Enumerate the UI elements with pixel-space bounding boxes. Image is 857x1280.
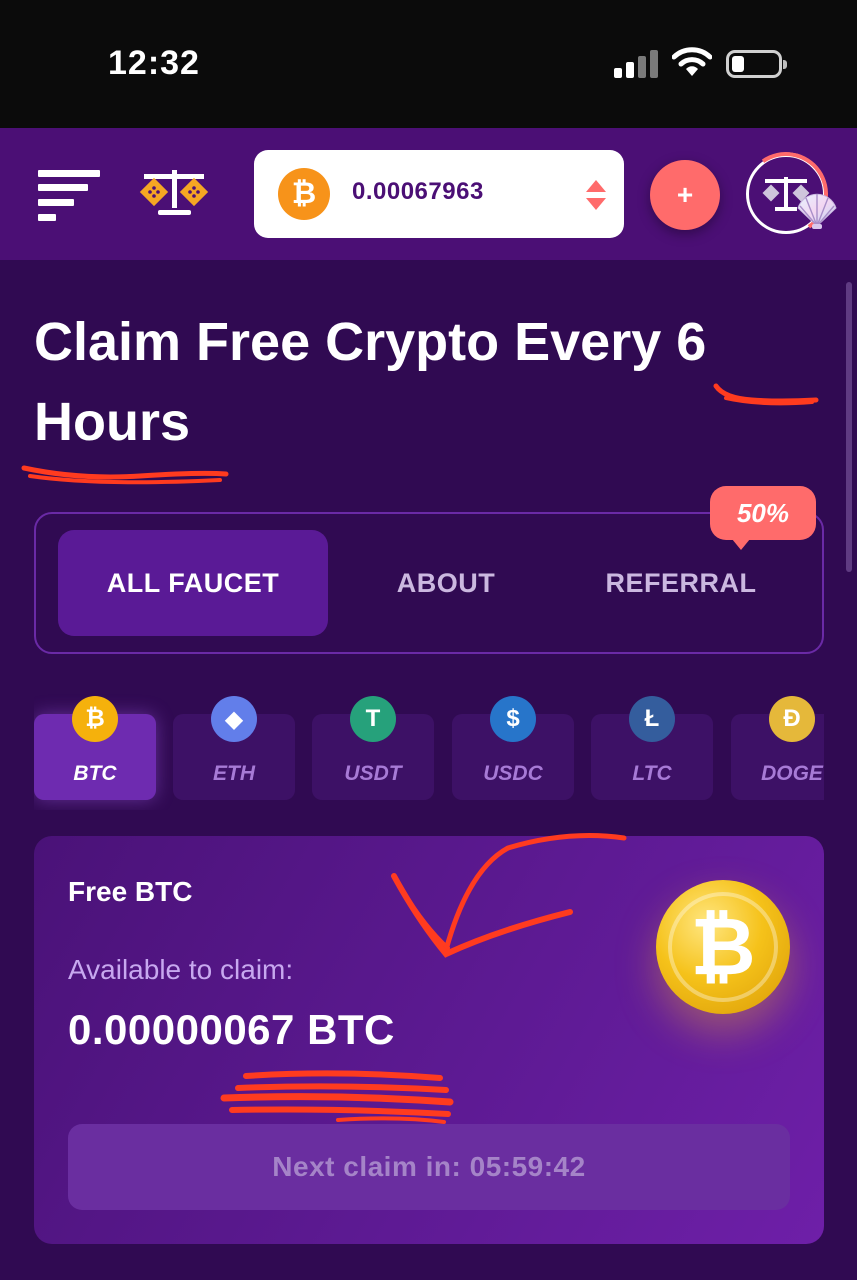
coin-chip-usdc[interactable]: $ USDC — [452, 696, 574, 800]
coin-chip-ltc[interactable]: Ł LTC — [591, 696, 713, 800]
scrollbar[interactable] — [846, 282, 852, 572]
balance-selector[interactable]: ₿ 0.00067963 — [254, 150, 624, 238]
litecoin-icon: Ł — [629, 696, 675, 742]
tab-referral[interactable]: REFERRAL — [576, 530, 786, 636]
tab-bar: ALL FAUCET ABOUT REFERRAL — [34, 512, 824, 654]
cellular-signal-icon — [614, 50, 658, 78]
status-bar: 12:32 — [0, 0, 857, 128]
annotation-underline — [21, 465, 229, 485]
bitcoin-coin-icon: ₿ — [656, 880, 790, 1014]
status-time: 12:32 — [108, 44, 200, 82]
coin-chip-eth[interactable]: ◆ ETH — [173, 696, 295, 800]
tab-about[interactable]: ABOUT — [356, 530, 536, 636]
referral-badge: 50% — [710, 486, 816, 550]
coin-label: LTC — [632, 762, 672, 785]
faucet-card: Free BTC Available to claim: 0.00000067 … — [34, 836, 824, 1244]
dogecoin-icon: Ð — [769, 696, 815, 742]
logo-icon[interactable] — [138, 166, 210, 218]
app-header: ₿ 0.00067963 + — [0, 128, 857, 260]
menu-icon[interactable] — [38, 170, 100, 224]
add-funds-button[interactable]: + — [650, 160, 720, 230]
battery-icon — [726, 50, 787, 78]
bitcoin-icon: ₿ — [278, 168, 330, 220]
card-title: Free BTC — [68, 876, 193, 907]
seashell-icon — [797, 193, 837, 229]
tether-icon: T — [350, 696, 396, 742]
coin-label: USDC — [483, 762, 543, 785]
wifi-icon — [672, 47, 712, 76]
coin-chip-btc[interactable]: ₿ BTC — [34, 696, 156, 800]
bitcoin-icon: ₿ — [72, 696, 118, 742]
coin-chip-usdt[interactable]: T USDT — [312, 696, 434, 800]
usdc-icon: $ — [490, 696, 536, 742]
next-claim-button[interactable]: Next claim in: 05:59:42 — [68, 1124, 790, 1210]
coin-label: DOGE — [761, 762, 823, 785]
main-content: Claim Free Crypto Every 6 Hours ALL FAUC… — [0, 260, 857, 1280]
available-label: Available to claim: — [68, 954, 294, 985]
ethereum-icon: ◆ — [211, 696, 257, 742]
coin-label: ETH — [213, 762, 255, 785]
coin-chip-doge[interactable]: Ð DOGE — [731, 696, 824, 800]
tab-all-faucet[interactable]: ALL FAUCET — [58, 530, 328, 636]
coin-selector: ₿ BTC ◆ ETH T USDT $ USDC Ł LTC Ð DOGE — [34, 690, 824, 810]
available-amount: 0.00000067 BTC — [68, 1006, 395, 1053]
sort-updown-icon[interactable] — [584, 178, 608, 212]
coin-label: USDT — [344, 762, 402, 785]
balance-value: 0.00067963 — [352, 178, 484, 205]
page-title: Claim Free Crypto Every 6 Hours — [34, 312, 707, 452]
coin-label: BTC — [73, 762, 117, 785]
